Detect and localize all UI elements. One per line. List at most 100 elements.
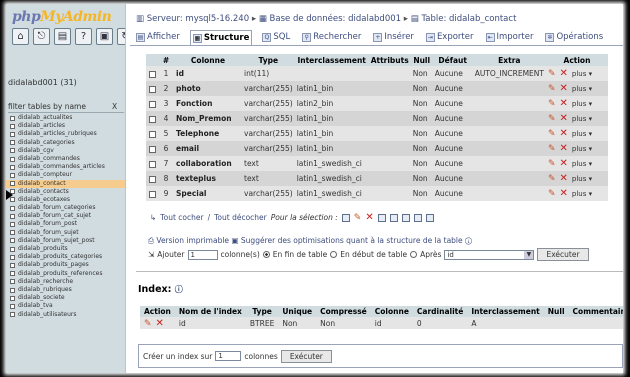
docs-icon[interactable]: ? [75,28,92,45]
drop-icon[interactable]: ✕ [560,158,568,169]
drop-icon[interactable]: ✕ [560,188,568,199]
breadcrumb-database[interactable]: Base de données: didalabd001 [270,14,402,24]
table-list-item[interactable]: didalab_forum_sujet_post [6,237,125,245]
table-list-item[interactable]: didalab_produits_pages [6,261,125,269]
table-list-item[interactable]: didalab_ecotaxes [6,196,125,204]
drop-icon[interactable]: ✕ [560,98,568,109]
drop-icon[interactable]: ✕ [560,143,568,154]
edit-icon[interactable]: ✎ [548,99,556,109]
tab-sql[interactable]: Q SQL [260,30,292,45]
row-checkbox[interactable] [148,115,156,123]
add-column-submit-button[interactable]: Exécuter [537,248,589,261]
drop-icon[interactable]: ✕ [560,113,568,124]
table-filter-input[interactable]: filter tables by name X [8,102,124,111]
edit-selected-icon[interactable]: ✎ [354,213,362,223]
more-actions-button[interactable]: plus ▾ [572,190,592,198]
drop-icon[interactable]: ✕ [560,173,568,184]
uncheck-all-link[interactable]: Tout décocher [214,213,267,222]
drop-icon[interactable]: ✕ [560,68,568,79]
drop-icon[interactable]: ✕ [560,83,568,94]
after-column-select[interactable]: id ▼ [444,249,535,260]
tab-export[interactable]: ⇥ Exporter [424,30,476,45]
more-actions-button[interactable]: plus ▾ [572,100,592,108]
drop-selected-icon[interactable]: ✕ [365,212,373,223]
table-list-item[interactable]: didalab_produits_references [6,270,125,278]
table-list-item[interactable]: didalab_categories [6,139,125,147]
logout-icon[interactable]: ⎋ [33,28,50,45]
edit-icon[interactable]: ✎ [548,114,556,124]
table-list-item[interactable]: didalab_forum_categories [6,204,125,212]
edit-icon[interactable]: ✎ [548,69,556,79]
table-list-item[interactable]: didalab_contact [6,179,125,188]
create-index-submit-button[interactable]: Exécuter [280,349,332,363]
spatial-selected-icon[interactable] [425,213,434,222]
table-list-item[interactable]: didalab_articles_rubriques [6,130,125,138]
more-actions-button[interactable]: plus ▾ [572,175,592,183]
mysql-docs-icon[interactable]: ▣ [96,28,113,45]
table-list-item[interactable]: didalab_forum_post [6,220,125,228]
tab-insert[interactable]: + Insérer [371,30,416,45]
check-all-link[interactable]: Tout cocher [160,213,203,222]
sql-query-icon[interactable]: ▤ [54,28,71,45]
more-actions-button[interactable]: plus ▾ [572,160,592,168]
table-list-item[interactable]: didalab_produits_categories [6,253,125,261]
table-list-item[interactable]: didalab_cgv [6,147,125,155]
database-selector[interactable]: didalabd001 (31) [8,78,77,87]
row-checkbox[interactable] [148,145,156,153]
clear-filter-icon[interactable]: X [112,102,117,111]
row-checkbox[interactable] [148,85,156,93]
fulltext-selected-icon[interactable] [413,213,422,222]
radio-end-of-table[interactable] [262,251,270,258]
phpmyadmin-logo[interactable]: phpMyAdmin [12,9,124,29]
tab-search[interactable]: ⚲ Rechercher [300,30,363,45]
row-checkbox[interactable] [148,160,156,168]
table-list-item[interactable]: didalab_forum_cat_sujet [6,212,125,220]
table-list-item[interactable]: didalab_actualites [6,114,125,122]
primary-selected-icon[interactable] [377,213,386,222]
more-actions-button[interactable]: plus ▾ [572,70,592,78]
edit-icon[interactable]: ✎ [548,84,556,94]
index-columns-input[interactable]: 1 [215,351,242,361]
breadcrumb-server[interactable]: Serveur: mysql5-16.240 [147,14,249,24]
more-actions-button[interactable]: plus ▾ [572,85,592,93]
table-list-item[interactable]: didalab_contacts [6,188,125,196]
tab-browse[interactable]: ▤ Afficher [134,30,182,45]
breadcrumb-table[interactable]: Table: didalab_contact [421,14,516,24]
unique-selected-icon[interactable] [401,213,410,222]
table-list-item[interactable]: didalab_compteur [6,171,125,179]
row-checkbox[interactable] [148,70,156,78]
more-actions-button[interactable]: plus ▾ [572,130,592,138]
radio-after[interactable] [410,251,418,258]
table-list-item[interactable]: didalab_rubriques [6,286,125,294]
edit-icon[interactable]: ✎ [548,129,556,139]
table-list-item[interactable]: didalab_tva [6,302,125,310]
table-list-item[interactable]: didalab_produits [6,245,125,253]
more-actions-button[interactable]: plus ▾ [572,115,592,123]
table-list-item[interactable]: didalab_recherche [6,278,125,286]
row-checkbox[interactable] [148,100,156,108]
radio-start-of-table[interactable] [330,251,338,258]
tab-operations[interactable]: ✲ Opérations [543,30,605,45]
tab-structure[interactable]: ▦ Structure [189,30,253,45]
edit-icon[interactable]: ✎ [548,174,556,184]
index-selected-icon[interactable] [389,213,398,222]
help-icon[interactable]: ⓘ [465,236,472,245]
row-checkbox[interactable] [148,130,156,138]
table-list-item[interactable]: didalab_articles [6,122,125,130]
edit-icon[interactable]: ✎ [144,319,152,329]
home-icon[interactable]: ⌂ [12,28,29,45]
table-list-item[interactable]: didalab_commandes [6,155,125,163]
edit-icon[interactable]: ✎ [548,159,556,169]
help-icon[interactable]: ⓘ [175,285,183,294]
more-actions-button[interactable]: plus ▾ [572,145,592,153]
table-list-item[interactable]: didalab_forum_sujet [6,229,125,237]
tab-import[interactable]: ⇤ Importer [484,30,536,45]
table-list-item[interactable]: didalab_utilisateurs [6,311,125,319]
table-list-item[interactable]: didalab_commandes_articles [6,163,125,171]
table-list-item[interactable]: didalab_societe [6,294,125,302]
suggest-link[interactable]: Suggérer des optimisations quant à la st… [241,236,463,245]
row-checkbox[interactable] [148,175,156,183]
edit-icon[interactable]: ✎ [548,144,556,154]
reload-icon[interactable]: ↻ [117,28,125,45]
add-column-count-input[interactable]: 1 [187,249,218,260]
